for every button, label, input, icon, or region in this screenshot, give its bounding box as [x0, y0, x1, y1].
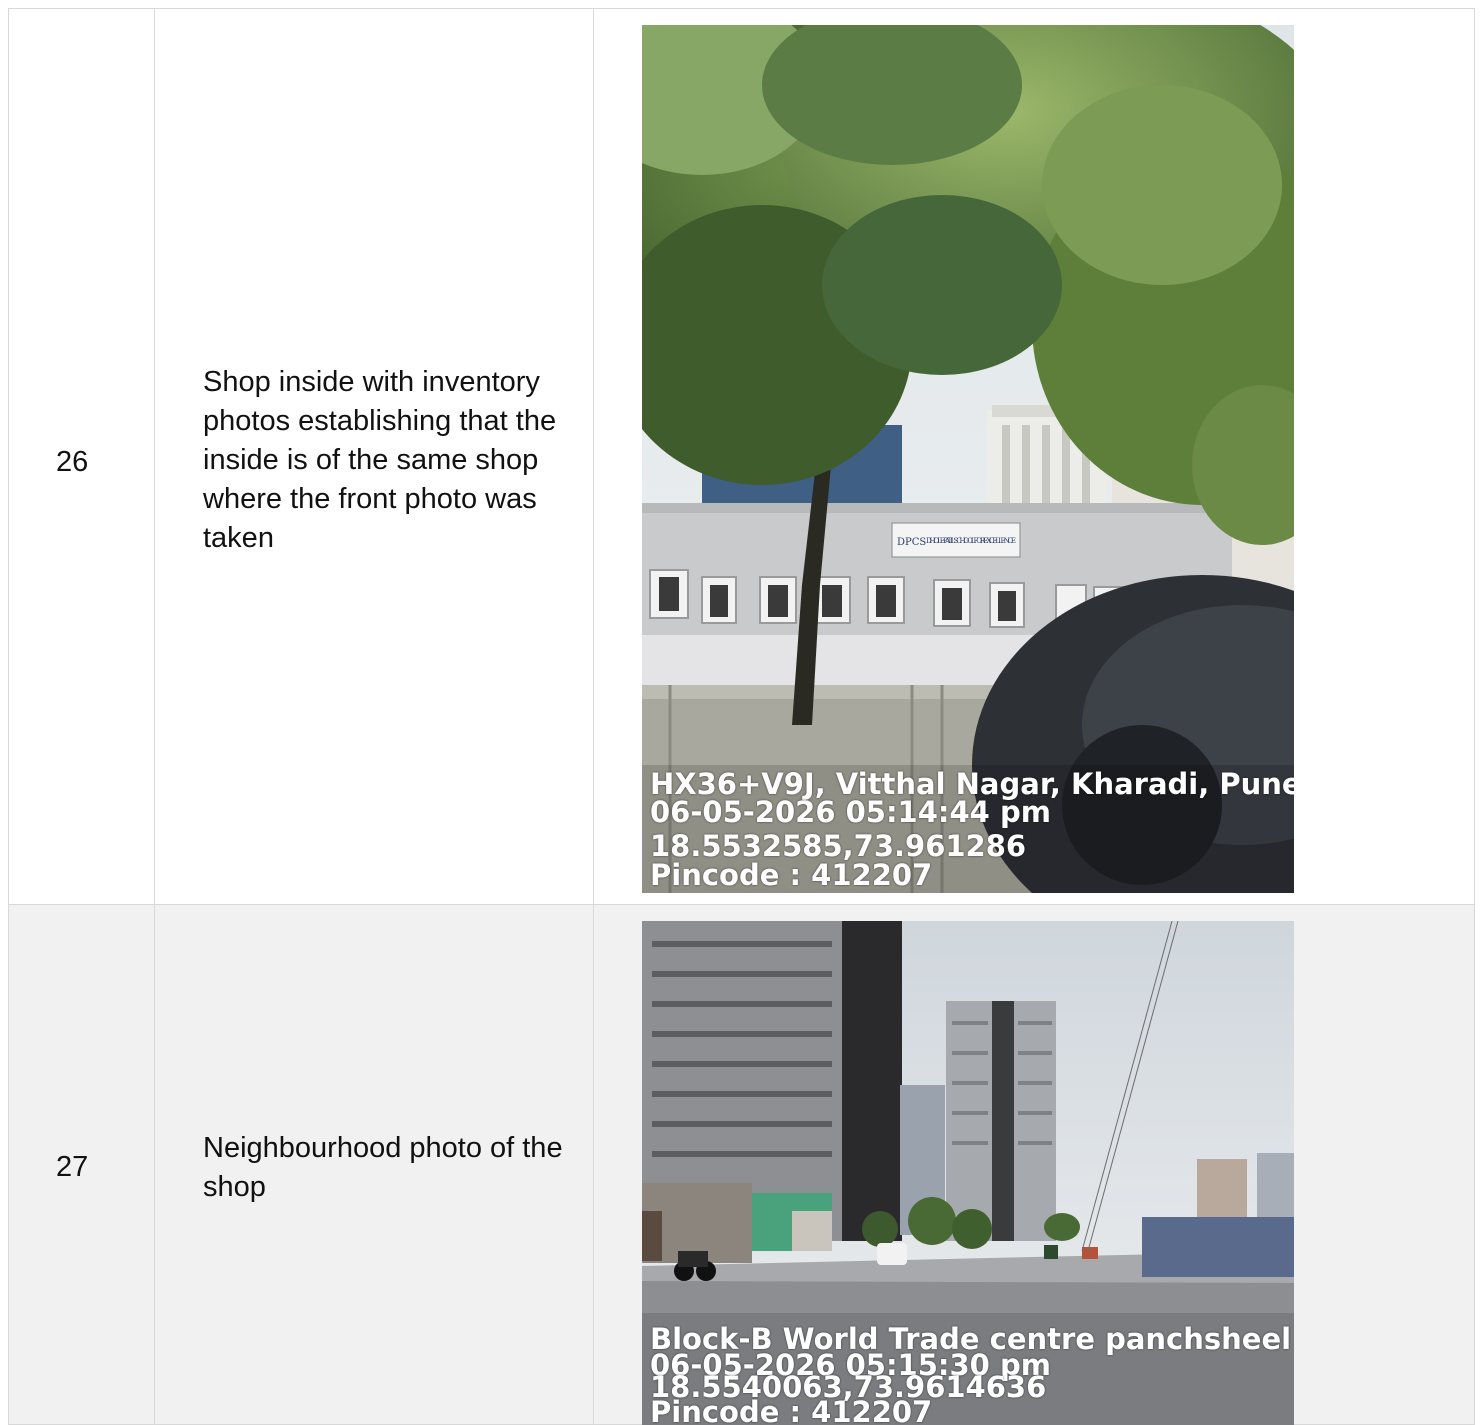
neighbourhood-photo: Block-B World Trade centre panchsheel To…	[642, 921, 1294, 1425]
photo-description: Shop inside with inventory photos establ…	[203, 366, 557, 554]
row-number-cell: 27	[9, 905, 155, 1424]
photo-evidence-table: 26 Shop inside with inventory photos est…	[8, 8, 1475, 1425]
description-cell: Neighbourhood photo of the shop	[155, 905, 594, 1424]
photo-cell: Block-B World Trade centre panchsheel To…	[594, 905, 1475, 1425]
geotag-coordinates: 18.5540063,73.9614636	[650, 1370, 1047, 1404]
geotag-address: HX36+V9J, Vitthal Nagar, Kharadi, Pune, …	[650, 767, 1294, 801]
table-row: 26 Shop inside with inventory photos est…	[9, 9, 1475, 905]
photo-cell: DPCS DHOLE PATIL SCHOOL FOR EXCELLENCE H…	[594, 9, 1475, 904]
school-sign-logo: DPCS	[897, 537, 926, 548]
shop-inside-photo: DPCS DHOLE PATIL SCHOOL FOR EXCELLENCE H…	[642, 25, 1294, 893]
geotag-coordinates: 18.5532585,73.961286	[650, 829, 1027, 863]
street-scene-trees-school: DPCS DHOLE PATIL SCHOOL FOR EXCELLENCE	[642, 25, 1294, 893]
table-row: 27 Neighbourhood photo of the shop Block…	[9, 905, 1475, 1425]
photo-geotag-overlay: HX36+V9J, Vitthal Nagar, Kharadi, Pune, …	[650, 767, 1294, 892]
row-number-cell: 26	[9, 9, 155, 904]
geotag-pincode: Pincode : 412207	[650, 858, 933, 892]
photo-description: Neighbourhood photo of the shop	[203, 1132, 563, 1203]
description-cell: Shop inside with inventory photos establ…	[155, 9, 594, 904]
photo-geotag-overlay: Block-B World Trade centre panchsheel To…	[650, 1322, 1294, 1425]
row-number: 27	[56, 1151, 89, 1183]
geotag-address: Block-B World Trade centre panchsheel To…	[650, 1322, 1294, 1356]
school-sign: DHOLE PATIL SCHOOL FOR EXCELLENCE	[926, 537, 1016, 545]
geotag-datetime: 06-05-2026 05:14:44 pm	[650, 795, 1051, 829]
row-number: 26	[56, 446, 89, 478]
